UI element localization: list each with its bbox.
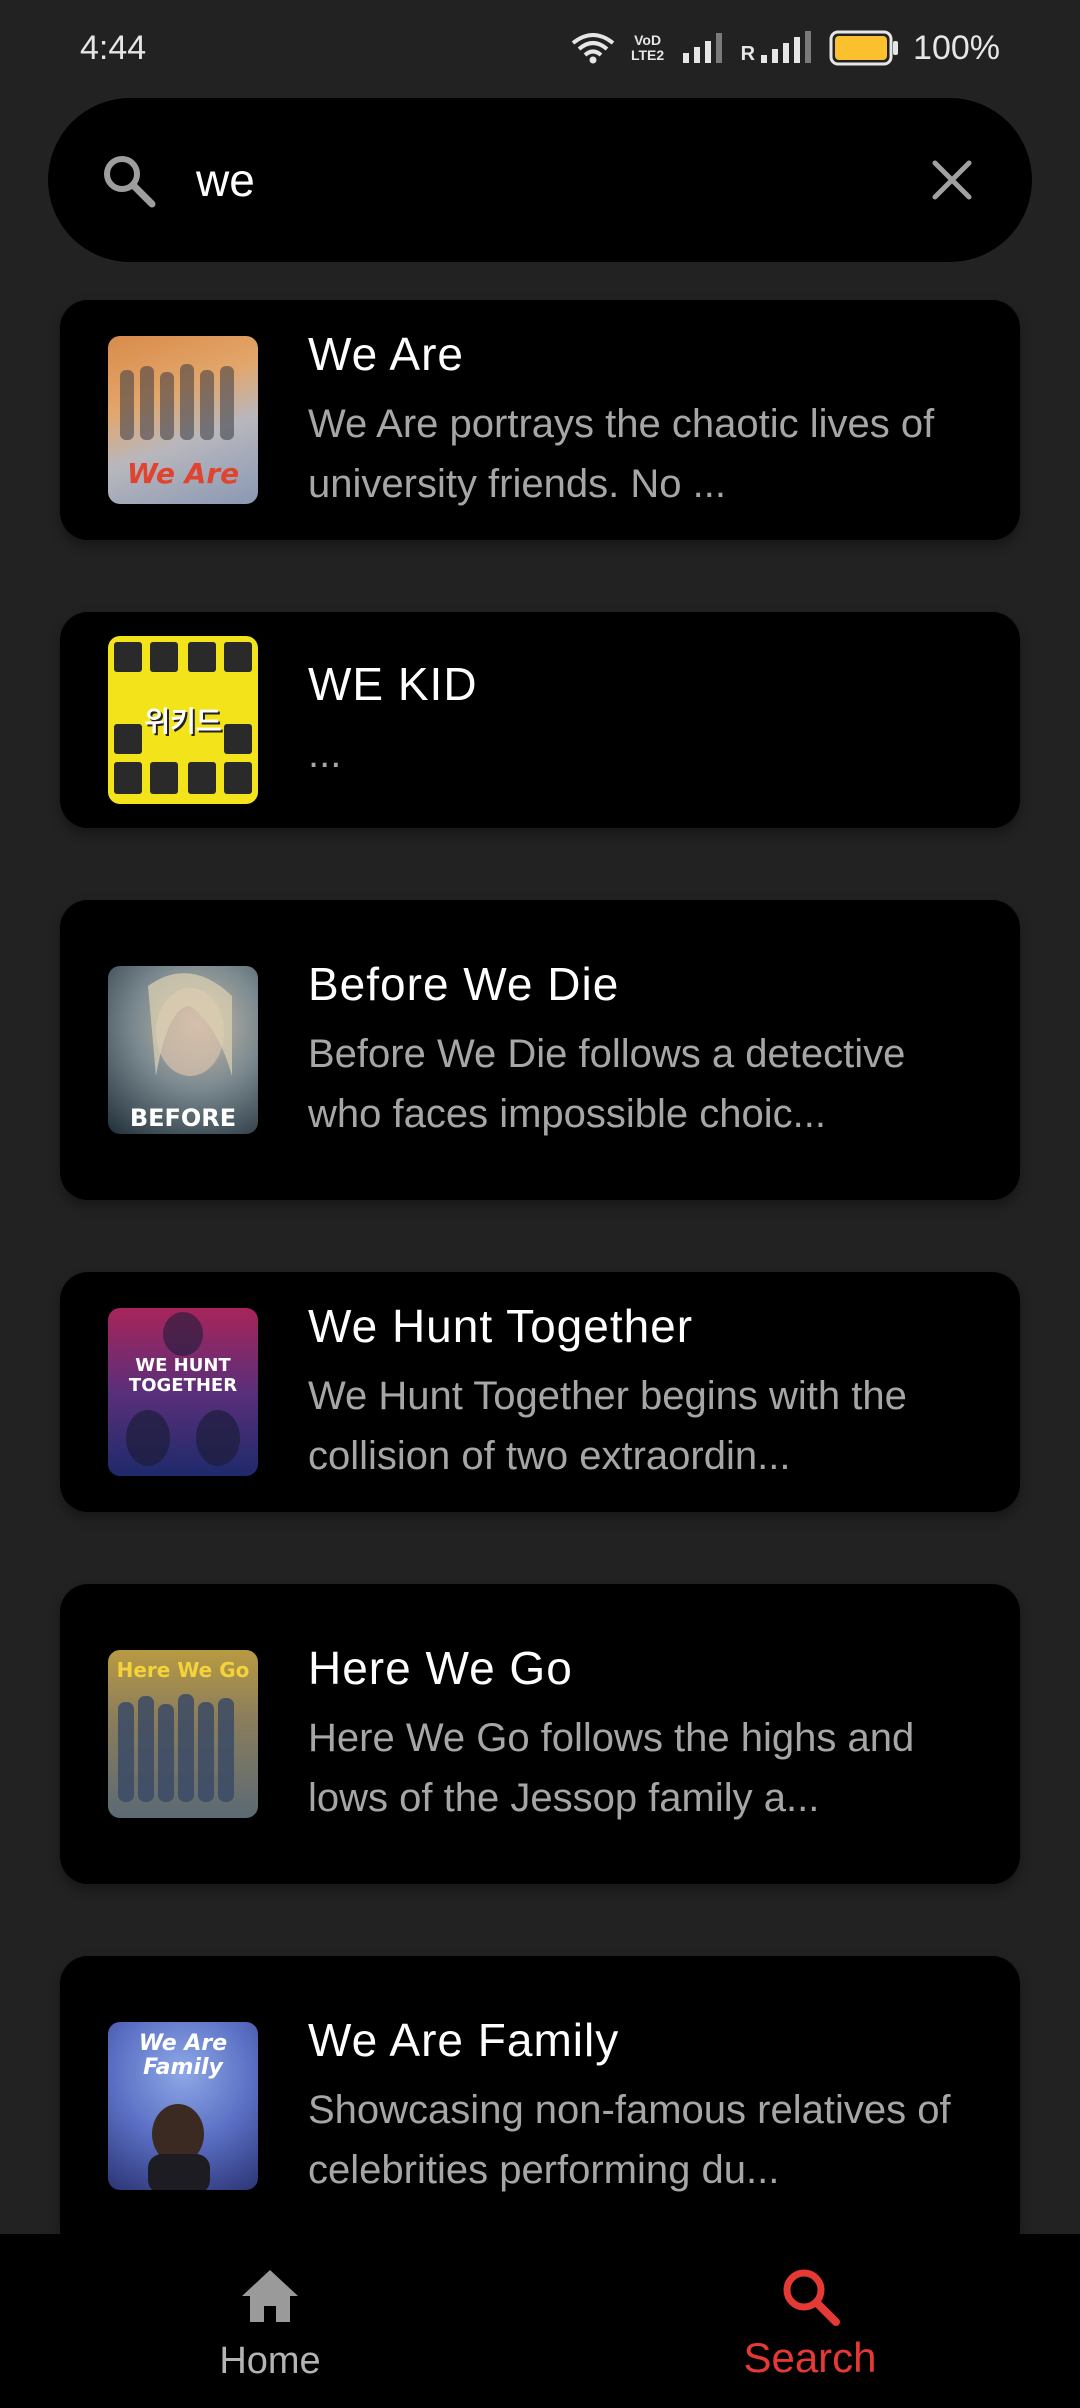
cellular-signal-icon xyxy=(681,31,727,65)
result-description: We Hunt Together begins with the collisi… xyxy=(308,1374,907,1478)
clear-search-button[interactable] xyxy=(912,140,992,220)
bottom-navigation: Home Search xyxy=(0,2234,1080,2408)
poster-logo-text: WE HUNT TOGETHER xyxy=(128,1355,238,1396)
poster-logo-text: Here We Go xyxy=(116,1658,250,1682)
search-input[interactable] xyxy=(194,139,912,221)
result-text: We Are Family Showcasing non-famous rela… xyxy=(308,2012,980,2200)
poster-thumbnail: WE HUNT TOGETHER xyxy=(108,1308,258,1476)
search-bar[interactable] xyxy=(48,98,1032,262)
roaming-label: R xyxy=(740,42,756,65)
poster-logo-text: We Are xyxy=(126,457,240,490)
poster-thumbnail: 위키드 xyxy=(108,636,258,804)
result-card[interactable]: We Are Family We Are Family Showcasing n… xyxy=(60,1956,1020,2256)
result-card[interactable]: We Are We Are We Are portrays the chaoti… xyxy=(60,300,1020,540)
result-title: WE KID xyxy=(308,658,478,710)
result-text: We Hunt Together We Hunt Together begins… xyxy=(308,1298,980,1486)
nav-item-search[interactable]: Search xyxy=(660,2234,960,2408)
result-text: Before We Die Before We Die follows a de… xyxy=(308,956,980,1144)
roaming-signal-icon: R xyxy=(741,31,815,66)
result-title: Before We Die xyxy=(308,958,620,1010)
search-icon xyxy=(92,144,164,216)
poster-logo-text: 위키드 xyxy=(144,705,222,738)
result-card[interactable]: BEFORE Before We Die Before We Die follo… xyxy=(60,900,1020,1200)
result-description: We Are portrays the chaotic lives of uni… xyxy=(308,402,935,506)
poster-thumbnail: We Are xyxy=(108,336,258,504)
result-title: Here We Go xyxy=(308,1642,573,1694)
network-type-label: VoD LTE2 xyxy=(630,32,665,63)
status-icons: VoD LTE2 R 100% xyxy=(571,29,1000,68)
close-icon xyxy=(932,160,972,200)
nav-label-home: Home xyxy=(219,2340,321,2382)
result-title: We Hunt Together xyxy=(308,1300,694,1352)
result-card[interactable]: WE HUNT TOGETHER We Hunt Together We Hun… xyxy=(60,1272,1020,1512)
poster-thumbnail: Here We Go xyxy=(108,1650,258,1818)
result-title: We Are Family xyxy=(308,2014,620,2066)
result-card[interactable]: Here We Go Here We Go Here We Go follows… xyxy=(60,1584,1020,1884)
result-title: We Are xyxy=(308,328,464,380)
status-time: 4:44 xyxy=(80,28,147,67)
poster-thumbnail: BEFORE xyxy=(108,966,258,1134)
result-description: Showcasing non-famous relatives of celeb… xyxy=(308,2088,951,2192)
nav-label-search: Search xyxy=(743,2334,877,2381)
nav-item-home[interactable]: Home xyxy=(120,2234,420,2408)
battery-percent: 100% xyxy=(913,28,1000,67)
result-text: WE KID ... xyxy=(308,656,980,784)
poster-logo-text: BEFORE xyxy=(129,1104,237,1132)
wifi-icon xyxy=(571,31,615,65)
poster-logo-text: We Are Family xyxy=(138,2031,228,2080)
battery-icon xyxy=(829,30,899,66)
poster-thumbnail: We Are Family xyxy=(108,2022,258,2190)
result-text: We Are We Are portrays the chaotic lives… xyxy=(308,326,980,514)
search-icon xyxy=(778,2262,842,2330)
result-card[interactable]: 위키드 WE KID ... xyxy=(60,612,1020,828)
home-icon xyxy=(238,2262,302,2330)
result-description: Before We Die follows a detective who fa… xyxy=(308,1032,906,1136)
result-description: ... xyxy=(308,732,342,776)
result-description: Here We Go follows the highs and lows of… xyxy=(308,1716,915,1820)
result-text: Here We Go Here We Go follows the highs … xyxy=(308,1640,980,1828)
status-bar: 4:44 VoD LTE2 R 100% xyxy=(0,0,1080,96)
